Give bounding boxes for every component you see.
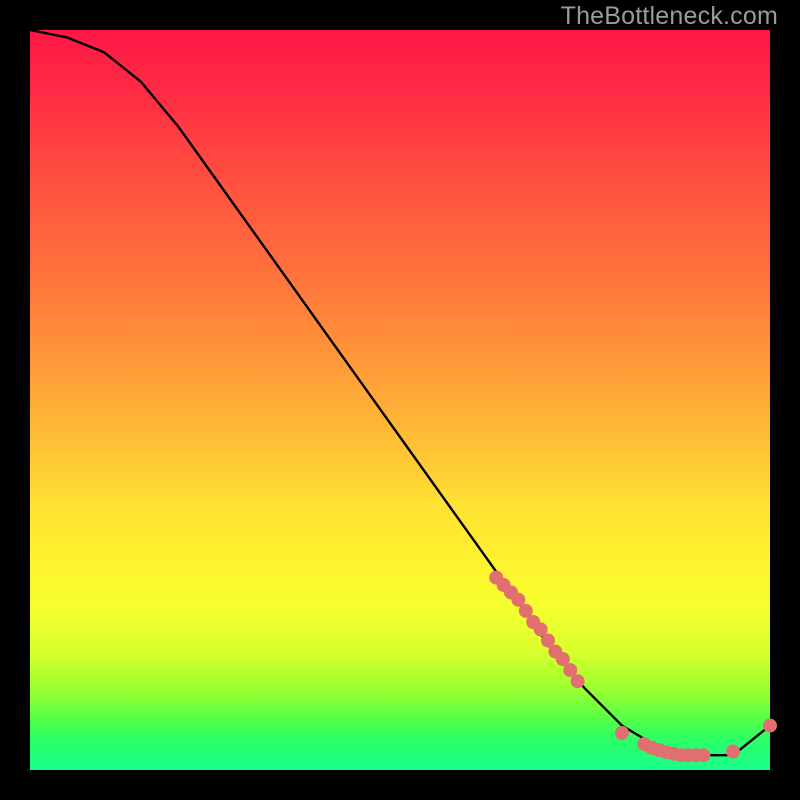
curve-marker [696, 748, 710, 762]
curve-marker [726, 745, 740, 759]
chart-frame: TheBottleneck.com [0, 0, 800, 800]
curve-marker [763, 719, 777, 733]
curve-marker [615, 726, 629, 740]
curve-svg [30, 30, 770, 770]
bottleneck-curve [30, 30, 770, 755]
plot-area [30, 30, 770, 770]
watermark-text: TheBottleneck.com [561, 2, 778, 31]
curve-marker [571, 674, 585, 688]
